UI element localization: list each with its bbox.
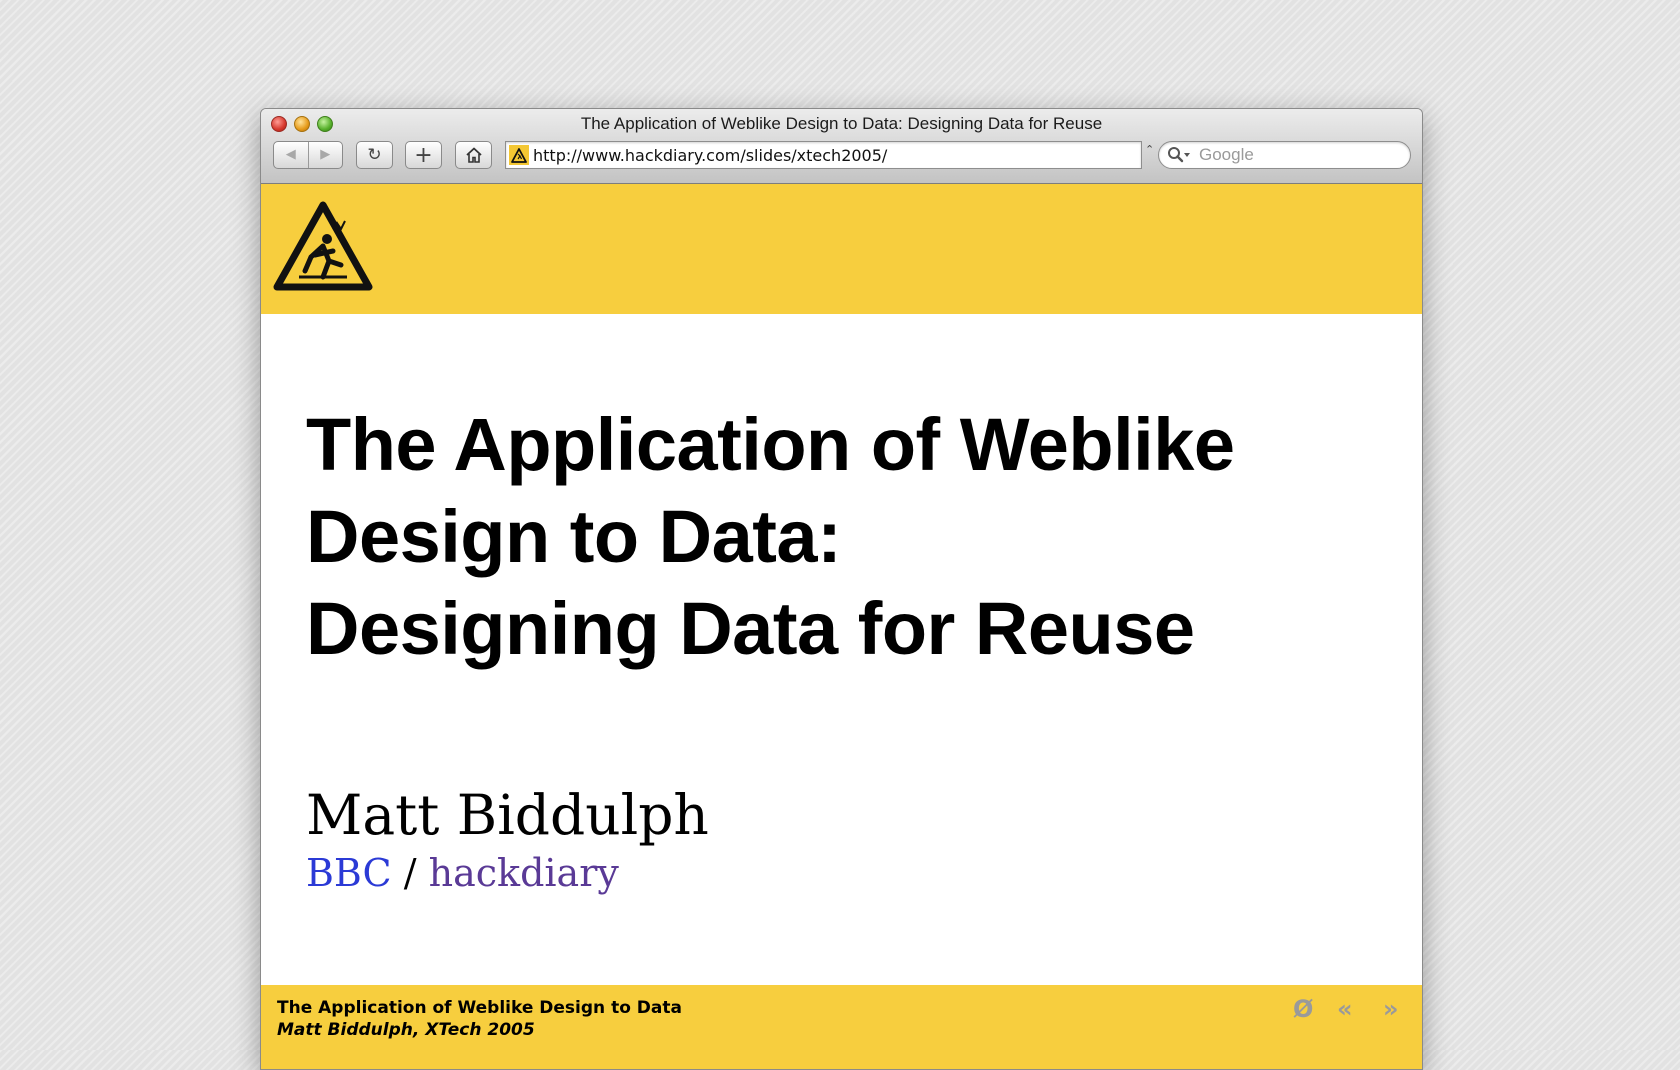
- back-button[interactable]: ◀: [274, 142, 308, 168]
- slide-title-line-2: Design to Data:: [306, 495, 842, 578]
- url-text[interactable]: http://www.hackdiary.com/slides/xtech200…: [533, 146, 887, 165]
- footer-title: The Application of Weblike Design to Dat…: [277, 998, 682, 1018]
- slide-header-band: [261, 184, 1422, 314]
- add-bookmark-button[interactable]: +: [405, 141, 442, 169]
- author-block: Matt Biddulph BBC / hackdiary: [306, 781, 709, 897]
- slide-title: The Application of Weblike Design to Dat…: [306, 399, 1356, 675]
- footer-subtitle: Matt Biddulph, XTech 2005: [277, 1020, 535, 1040]
- slide-footer-band: The Application of Weblike Design to Dat…: [261, 985, 1422, 1069]
- next-slide-button[interactable]: »: [1383, 995, 1399, 1023]
- site-favicon-icon: [509, 145, 529, 165]
- window-title: The Application of Weblike Design to Dat…: [580, 114, 1103, 133]
- home-button[interactable]: [455, 141, 492, 169]
- slide-title-line-3: Designing Data for Reuse: [306, 587, 1195, 670]
- bbc-link[interactable]: BBC: [306, 851, 392, 895]
- search-input[interactable]: [1199, 145, 1389, 165]
- author-name: Matt Biddulph: [306, 783, 709, 847]
- reload-button[interactable]: ↻: [356, 141, 393, 169]
- back-forward-buttons: ◀ ▶: [273, 141, 343, 169]
- home-icon: [465, 147, 482, 163]
- search-icon[interactable]: [1167, 145, 1199, 165]
- snapback-icon[interactable]: ⌃: [1145, 143, 1154, 156]
- hackdiary-link[interactable]: hackdiary: [429, 851, 619, 895]
- hazard-warning-icon: [273, 201, 373, 291]
- previous-slide-button[interactable]: «: [1337, 995, 1353, 1023]
- browser-toolbar: The Application of Weblike Design to Dat…: [261, 109, 1422, 184]
- search-field[interactable]: [1158, 141, 1411, 169]
- affiliations: BBC / hackdiary: [306, 849, 709, 897]
- address-bar[interactable]: http://www.hackdiary.com/slides/xtech200…: [505, 141, 1142, 169]
- browser-window: The Application of Weblike Design to Dat…: [260, 108, 1423, 1070]
- toggle-view-button[interactable]: Ø: [1293, 995, 1313, 1023]
- slide-title-line-1: The Application of Weblike: [306, 403, 1235, 486]
- forward-button[interactable]: ▶: [307, 142, 343, 168]
- affiliation-separator: /: [403, 851, 417, 895]
